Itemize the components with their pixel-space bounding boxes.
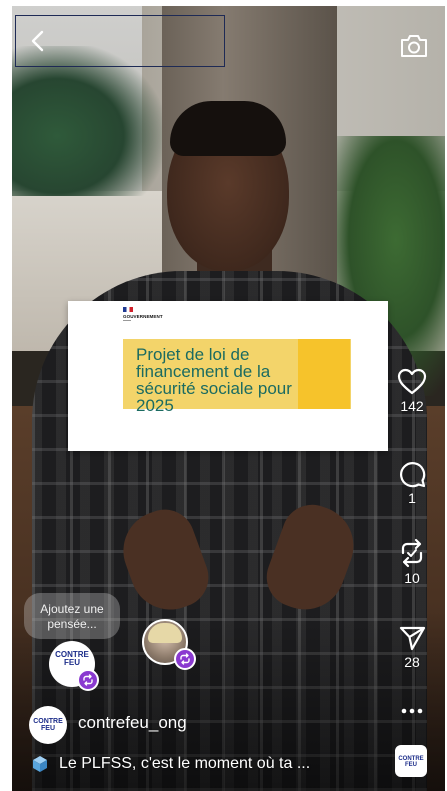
contrefeu-logo: CONTRE FEU [398, 756, 424, 768]
more-icon [401, 708, 423, 714]
friend-avatar-hair [148, 623, 182, 643]
friend-story-badge [174, 648, 196, 670]
french-flag-icon [123, 307, 133, 312]
repost-count: 10 [404, 570, 420, 586]
audio-thumbnail[interactable]: CONTRE FEU [395, 745, 427, 777]
account-username[interactable]: contrefeu_ong [78, 713, 187, 733]
more-button[interactable] [384, 706, 440, 716]
send-icon [399, 626, 426, 651]
gov-divider [123, 320, 131, 329]
share-count: 28 [404, 654, 420, 670]
gov-label: GOUVERNEMENT [123, 314, 163, 319]
like-button[interactable]: 142 [384, 368, 440, 414]
account-avatar[interactable]: CONTRE FEU [29, 706, 67, 744]
like-count: 142 [400, 398, 424, 414]
comment-button[interactable]: 1 [384, 460, 440, 506]
reel-viewer: GOUVERNEMENT Projet de loi de financemen… [12, 6, 445, 791]
camera-button[interactable] [399, 33, 429, 59]
plfss-card: GOUVERNEMENT Projet de loi de financemen… [68, 301, 388, 451]
heart-icon [397, 368, 427, 395]
comment-icon [400, 462, 426, 488]
post-caption[interactable]: Le PLFSS, c'est le moment où ta ... [59, 755, 310, 773]
story-badge [77, 669, 99, 691]
repost-small-icon [180, 653, 190, 665]
repost-icon [401, 538, 423, 568]
camera-icon [401, 35, 427, 57]
comment-count: 1 [408, 490, 416, 506]
repost-small-icon [83, 674, 93, 686]
add-thought-bubble[interactable]: Ajoutez une pensée... [24, 593, 120, 639]
back-button[interactable] [15, 15, 225, 67]
speaker-hair [170, 101, 286, 156]
contrefeu-logo: CONTRE FEU [33, 718, 63, 732]
repost-button[interactable]: 10 [384, 538, 440, 586]
own-story-avatar[interactable]: CONTRE FEU [49, 641, 99, 691]
card-yellow-accent [298, 339, 350, 409]
chevron-left-icon [31, 30, 44, 52]
contrefeu-logo: CONTRE FEU [55, 650, 89, 667]
share-button[interactable]: 28 [384, 624, 440, 670]
cube-icon [33, 756, 47, 772]
card-headline: Projet de loi de financement de la sécur… [136, 345, 292, 415]
